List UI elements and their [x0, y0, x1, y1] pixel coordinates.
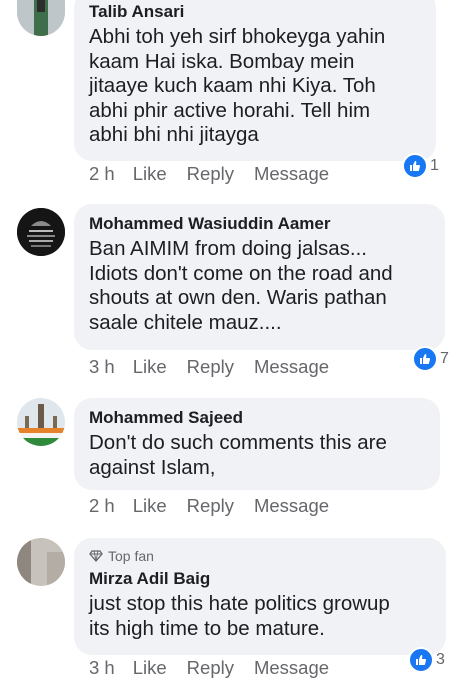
reaction-summary[interactable]: 3: [408, 647, 445, 673]
comment-bubble: Talib Ansari Abhi toh yeh sirf bhokeyga …: [74, 0, 436, 161]
comment-line: against Islam,: [89, 455, 216, 479]
reaction-count: 7: [440, 350, 449, 367]
comment-actions: 2 h Like Reply Message: [89, 495, 349, 517]
comment-text: Ban AIMIM from doing jalsas... Idiots do…: [89, 237, 430, 335]
comment-line: Ban AIMIM from doing jalsas...: [89, 237, 368, 260]
diamond-icon: [89, 550, 103, 562]
comment-text: Don't do such comments this are against …: [89, 431, 425, 480]
like-button[interactable]: Like: [133, 657, 167, 679]
avatar[interactable]: [17, 208, 65, 256]
comment-author[interactable]: Mirza Adil Baig: [89, 568, 431, 589]
reaction-count: 1: [430, 157, 439, 174]
comment-line: Idiots don't come on the road and: [89, 261, 393, 285]
comment-time[interactable]: 2 h: [89, 163, 115, 185]
like-button[interactable]: Like: [133, 163, 167, 185]
reply-button[interactable]: Reply: [187, 356, 234, 378]
comment-actions: 2 h Like Reply Message: [89, 163, 349, 185]
avatar[interactable]: [17, 538, 65, 586]
avatar[interactable]: [17, 398, 65, 446]
comment-line: just stop this hate politics growup: [89, 592, 390, 615]
comment-line: its high time to be mature.: [89, 616, 325, 640]
comment-text: just stop this hate politics growup its …: [89, 592, 431, 641]
reply-button[interactable]: Reply: [187, 657, 234, 679]
reply-button[interactable]: Reply: [187, 495, 234, 517]
avatar-photo: [17, 398, 65, 446]
top-fan-label: Top fan: [108, 548, 154, 564]
comment-text: Abhi toh yeh sirf bhokeyga yahin kaam Ha…: [89, 25, 421, 148]
comment-bubble: Mohammed Sajeed Don't do such comments t…: [74, 398, 440, 490]
comment-time[interactable]: 3 h: [89, 657, 115, 679]
comment-line: saale chitele mauz....: [89, 310, 282, 334]
like-reaction-icon: [408, 647, 434, 673]
comment-bubble: Mohammed Wasiuddin Aamer Ban AIMIM from …: [74, 204, 445, 350]
top-fan-badge: Top fan: [89, 547, 431, 565]
like-button[interactable]: Like: [133, 356, 167, 378]
message-button[interactable]: Message: [254, 495, 329, 517]
message-button[interactable]: Message: [254, 356, 329, 378]
reaction-count: 3: [436, 651, 445, 668]
avatar-photo: [17, 538, 65, 586]
comment-line: shouts at own den. Waris pathan: [89, 286, 387, 309]
reaction-summary[interactable]: 1: [402, 153, 439, 179]
comment-line: abhi bhi nhi jitayga: [89, 123, 259, 146]
comment-actions: 3 h Like Reply Message: [89, 356, 349, 378]
comment-line: jitaaye kuch kaam nhi Kiya. Toh: [89, 74, 376, 97]
comment-author[interactable]: Mohammed Sajeed: [89, 407, 425, 428]
comment-author[interactable]: Talib Ansari: [89, 1, 421, 22]
reaction-summary[interactable]: 7: [412, 346, 449, 372]
comment-line: Don't do such comments this are: [89, 431, 387, 454]
like-button[interactable]: Like: [133, 495, 167, 517]
comment-line: kaam Hai iska. Bombay mein: [89, 49, 355, 73]
like-reaction-icon: [402, 153, 428, 179]
comment-bubble: Top fan Mirza Adil Baig just stop this h…: [74, 538, 446, 655]
comment-line: abhi phir active horahi. Tell him: [89, 98, 371, 122]
avatar[interactable]: [17, 0, 65, 36]
comment-time[interactable]: 3 h: [89, 356, 115, 378]
comment-actions: 3 h Like Reply Message: [89, 657, 349, 679]
comment-time[interactable]: 2 h: [89, 495, 115, 517]
reply-button[interactable]: Reply: [187, 163, 234, 185]
comment-author[interactable]: Mohammed Wasiuddin Aamer: [89, 213, 430, 234]
comment-line: Abhi toh yeh sirf bhokeyga yahin: [89, 25, 386, 48]
like-reaction-icon: [412, 346, 438, 372]
message-button[interactable]: Message: [254, 657, 329, 679]
avatar-photo: [17, 0, 65, 36]
avatar-photo: [17, 208, 65, 256]
message-button[interactable]: Message: [254, 163, 329, 185]
